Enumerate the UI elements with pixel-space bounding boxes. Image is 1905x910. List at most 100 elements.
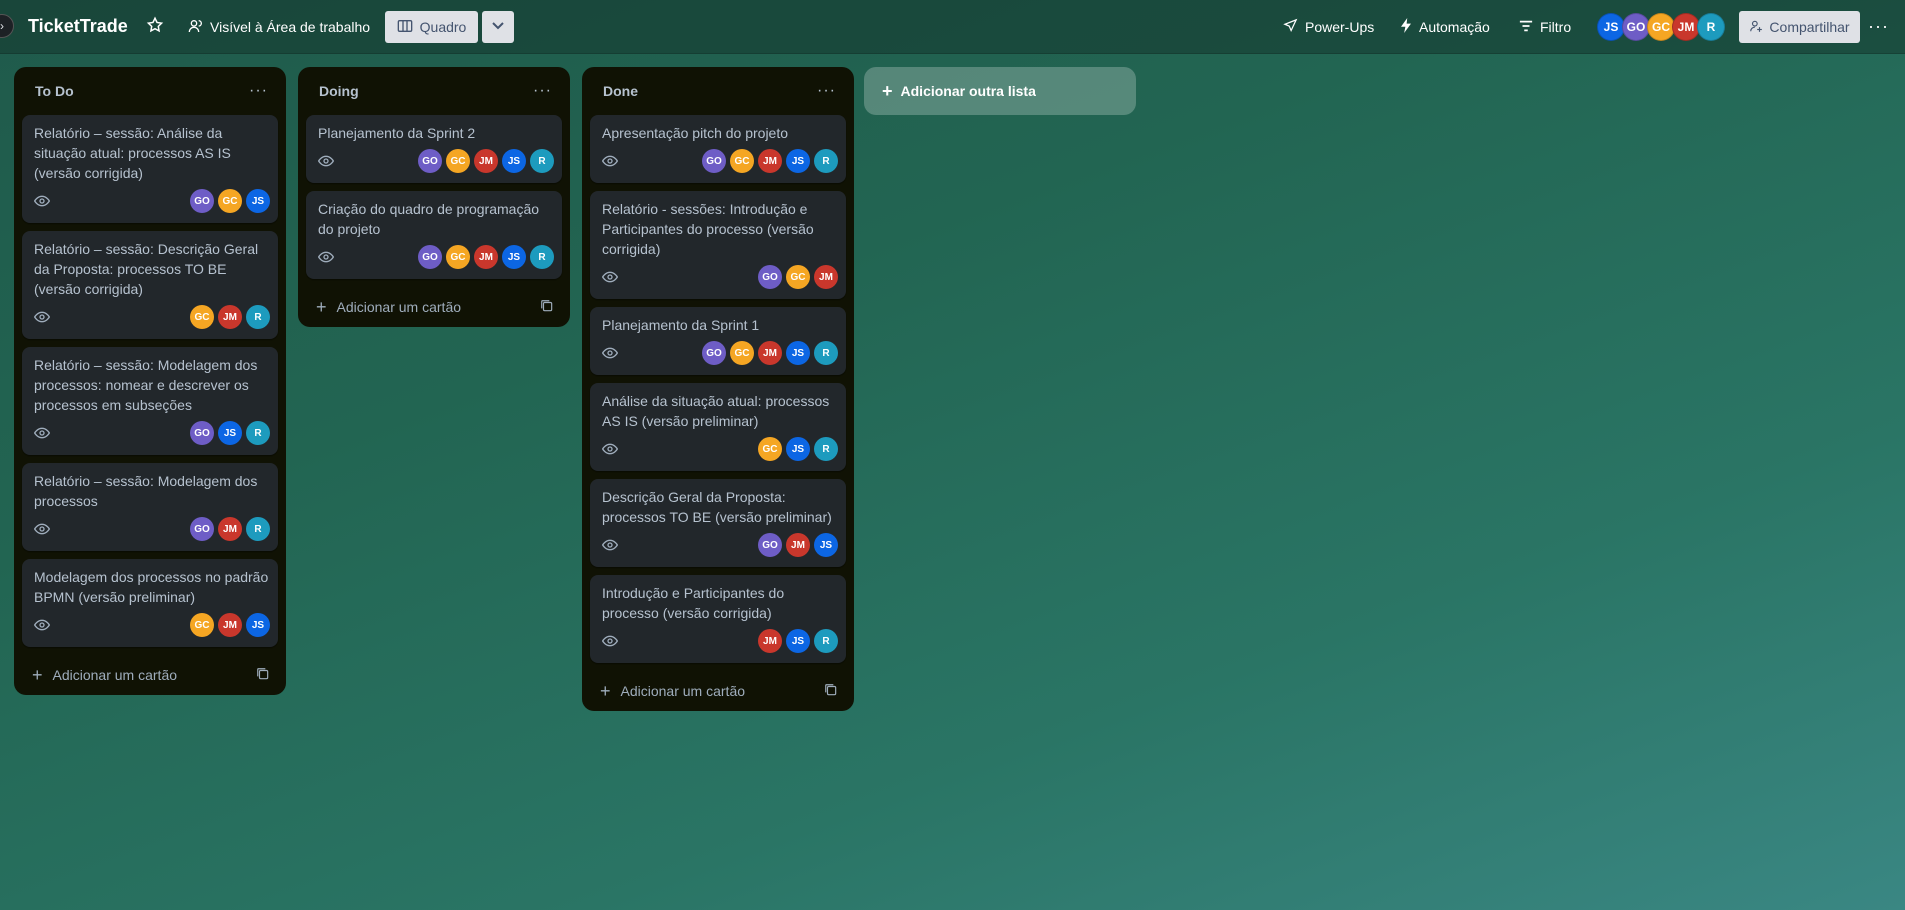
card-member-avatar[interactable]: GO (702, 149, 726, 173)
list-title[interactable]: To Do (35, 83, 74, 99)
card[interactable]: Relatório – sessão: Modelagem dos proces… (22, 347, 278, 455)
add-card-label: Adicionar um cartão (620, 683, 746, 699)
card-member-avatar[interactable]: JS (786, 437, 810, 461)
automation-button[interactable]: Automação (1400, 16, 1490, 38)
card-member-avatar[interactable]: GO (418, 245, 442, 269)
card-member-avatar[interactable]: JS (814, 533, 838, 557)
card-member-avatar[interactable]: JS (502, 149, 526, 173)
member-avatar[interactable]: JM (1672, 13, 1700, 41)
list-menu-icon[interactable]: ··· (249, 82, 268, 100)
card-member-avatar[interactable]: JM (786, 533, 810, 557)
card-member-avatar[interactable]: GC (446, 245, 470, 269)
card-member-avatar[interactable]: JS (786, 629, 810, 653)
card-member-avatar[interactable]: JS (246, 613, 270, 637)
card-member-avatar[interactable]: JS (218, 421, 242, 445)
card-member-avatar[interactable]: GO (702, 341, 726, 365)
card-template-icon[interactable] (824, 683, 838, 700)
card[interactable]: Planejamento da Sprint 2 GO GC JM JS R (306, 115, 562, 183)
card-member-avatar[interactable]: GO (758, 533, 782, 557)
member-avatar[interactable]: GC (1647, 13, 1675, 41)
card-member-avatar[interactable]: JS (502, 245, 526, 269)
card-member-avatar[interactable]: GO (190, 421, 214, 445)
add-card-button[interactable]: + Adicionar um cartão (590, 671, 846, 711)
member-avatar[interactable]: GO (1622, 13, 1650, 41)
card[interactable]: Criação do quadro de programação do proj… (306, 191, 562, 279)
card[interactable]: Descrição Geral da Proposta: processos T… (590, 479, 846, 567)
card-member-avatar[interactable]: R (530, 149, 554, 173)
card-member-avatar[interactable]: JS (786, 149, 810, 173)
card-member-avatar[interactable]: GC (446, 149, 470, 173)
card-member-avatar[interactable]: JM (218, 305, 242, 329)
sidebar-toggle-icon[interactable]: › (0, 14, 14, 38)
card-member-avatar[interactable]: R (814, 629, 838, 653)
list-title[interactable]: Done (603, 83, 638, 99)
card[interactable]: Apresentação pitch do projeto GO GC JM JS R (590, 115, 846, 183)
card[interactable]: Análise da situação atual: processos AS … (590, 383, 846, 471)
member-avatar[interactable]: JS (1597, 13, 1625, 41)
list-menu-icon[interactable]: ··· (533, 82, 552, 100)
card-template-icon[interactable] (256, 667, 270, 684)
share-button[interactable]: Compartilhar (1739, 11, 1860, 43)
add-card-label: Adicionar um cartão (52, 667, 178, 683)
card-member-avatar[interactable]: GC (730, 149, 754, 173)
card-member-avatar[interactable]: R (814, 437, 838, 461)
card-member-avatar[interactable]: GC (190, 613, 214, 637)
powerups-button[interactable]: Power-Ups (1283, 16, 1374, 38)
card-member-avatar[interactable]: GC (730, 341, 754, 365)
card-member-avatar[interactable]: JM (758, 149, 782, 173)
card-member-avatar[interactable]: JS (246, 189, 270, 213)
card[interactable]: Relatório – sessão: Modelagem dos proces… (22, 463, 278, 551)
card-members: GO GC JS (190, 189, 270, 213)
card-member-avatar[interactable]: R (814, 149, 838, 173)
card-footer: GC JM JS (33, 611, 270, 639)
member-avatar[interactable]: R (1697, 13, 1725, 41)
list-title[interactable]: Doing (319, 83, 359, 99)
add-list-label: Adicionar outra lista (900, 83, 1036, 99)
card[interactable]: Relatório - sessões: Introdução e Partic… (590, 191, 846, 299)
card-member-avatar[interactable]: GC (786, 265, 810, 289)
filter-button[interactable]: Filtro (1519, 16, 1571, 38)
card-member-avatar[interactable]: JM (474, 245, 498, 269)
card-member-avatar[interactable]: JM (218, 517, 242, 541)
card-member-avatar[interactable]: GO (190, 189, 214, 213)
card-member-avatar[interactable]: JM (758, 629, 782, 653)
eye-icon (317, 249, 335, 265)
board-title[interactable]: TicketTrade (28, 16, 128, 37)
view-dropdown-button[interactable] (482, 11, 514, 43)
card-footer: GO GC JM JS R (317, 147, 554, 175)
card-member-avatar[interactable]: GC (190, 305, 214, 329)
card-member-avatar[interactable]: R (530, 245, 554, 269)
add-card-button[interactable]: + Adicionar um cartão (306, 287, 562, 327)
card[interactable]: Relatório – sessão: Análise da situação … (22, 115, 278, 223)
add-list-button[interactable]: + Adicionar outra lista (864, 67, 1136, 115)
card-members: GC JM R (190, 305, 270, 329)
card[interactable]: Relatório – sessão: Descrição Geral da P… (22, 231, 278, 339)
card-member-avatar[interactable]: R (246, 421, 270, 445)
card-member-avatar[interactable]: JM (218, 613, 242, 637)
add-card-button[interactable]: + Adicionar um cartão (22, 655, 278, 695)
board-members[interactable]: JS GO GC JM R (1597, 13, 1725, 41)
card[interactable]: Modelagem dos processos no padrão BPMN (… (22, 559, 278, 647)
card[interactable]: Introdução e Participantes do processo (… (590, 575, 846, 663)
card-member-avatar[interactable]: GO (418, 149, 442, 173)
card-member-avatar[interactable]: R (246, 517, 270, 541)
card-member-avatar[interactable]: GC (758, 437, 782, 461)
card-member-avatar[interactable]: R (246, 305, 270, 329)
card-template-icon[interactable] (540, 299, 554, 316)
more-options-icon[interactable]: ··· (1868, 16, 1889, 37)
card-member-avatar[interactable]: R (814, 341, 838, 365)
visibility-button[interactable]: Visível à Área de trabalho (188, 16, 370, 38)
list-menu-icon[interactable]: ··· (817, 82, 836, 100)
card[interactable]: Planejamento da Sprint 1 GO GC JM JS R (590, 307, 846, 375)
automation-label: Automação (1419, 19, 1490, 35)
board-view-button[interactable]: Quadro (385, 11, 478, 43)
card-member-avatar[interactable]: JM (814, 265, 838, 289)
card-member-avatar[interactable]: GC (218, 189, 242, 213)
card-member-avatar[interactable]: JM (474, 149, 498, 173)
card-member-avatar[interactable]: GO (758, 265, 782, 289)
card-title: Relatório – sessão: Modelagem dos proces… (34, 473, 258, 509)
card-member-avatar[interactable]: JS (786, 341, 810, 365)
card-member-avatar[interactable]: GO (190, 517, 214, 541)
star-icon[interactable] (146, 16, 166, 36)
card-member-avatar[interactable]: JM (758, 341, 782, 365)
